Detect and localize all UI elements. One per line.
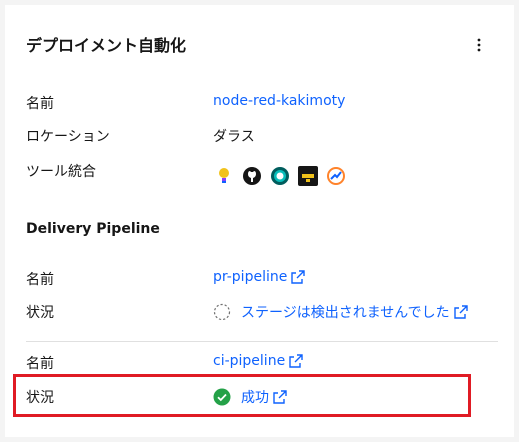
github-icon[interactable] (241, 165, 263, 187)
external-link-icon[interactable] (453, 305, 468, 319)
tool-integrations (213, 165, 347, 187)
bulb-tool-icon[interactable] (213, 165, 235, 187)
pr-pipeline-status-link[interactable]: ステージは検出されませんでした (241, 302, 450, 322)
overflow-menu-button[interactable] (471, 33, 487, 57)
app-name-link[interactable]: node-red-kakimoty (213, 93, 345, 109)
pending-dashed-circle-icon (213, 303, 231, 321)
chart-tool-icon[interactable] (325, 165, 347, 187)
tools-label: ツール統合 (26, 164, 96, 180)
ring-tool-icon[interactable] (269, 165, 291, 187)
location-label: ロケーション (26, 129, 110, 145)
pr-pipeline-link[interactable]: pr-pipeline (213, 269, 287, 285)
pipeline-status-label: 状況 (26, 305, 54, 321)
ci-pipeline-row: ci-pipeline (213, 353, 303, 369)
card-title: デプロイメント自動化 (26, 36, 187, 55)
deployment-automation-card: デプロイメント自動化 名前 node-red-kakimoty ロケーション ダ… (5, 5, 514, 437)
pipeline-name-label: 名前 (26, 356, 54, 372)
pr-pipeline-row: pr-pipeline (213, 269, 306, 285)
delivery-pipeline-title: Delivery Pipeline (26, 221, 160, 237)
dark-tile-tool-icon[interactable] (297, 165, 319, 187)
external-link-icon[interactable] (291, 270, 306, 284)
location-value: ダラス (213, 129, 255, 145)
overflow-menu-vertical-icon (477, 38, 481, 52)
highlight-box (13, 374, 471, 417)
name-label: 名前 (26, 96, 54, 112)
pr-pipeline-status: ステージは検出されませんでした (213, 302, 468, 322)
pipeline-name-label: 名前 (26, 272, 54, 288)
ci-pipeline-link[interactable]: ci-pipeline (213, 353, 285, 369)
pipeline-divider (26, 341, 498, 342)
external-link-icon[interactable] (289, 354, 303, 368)
